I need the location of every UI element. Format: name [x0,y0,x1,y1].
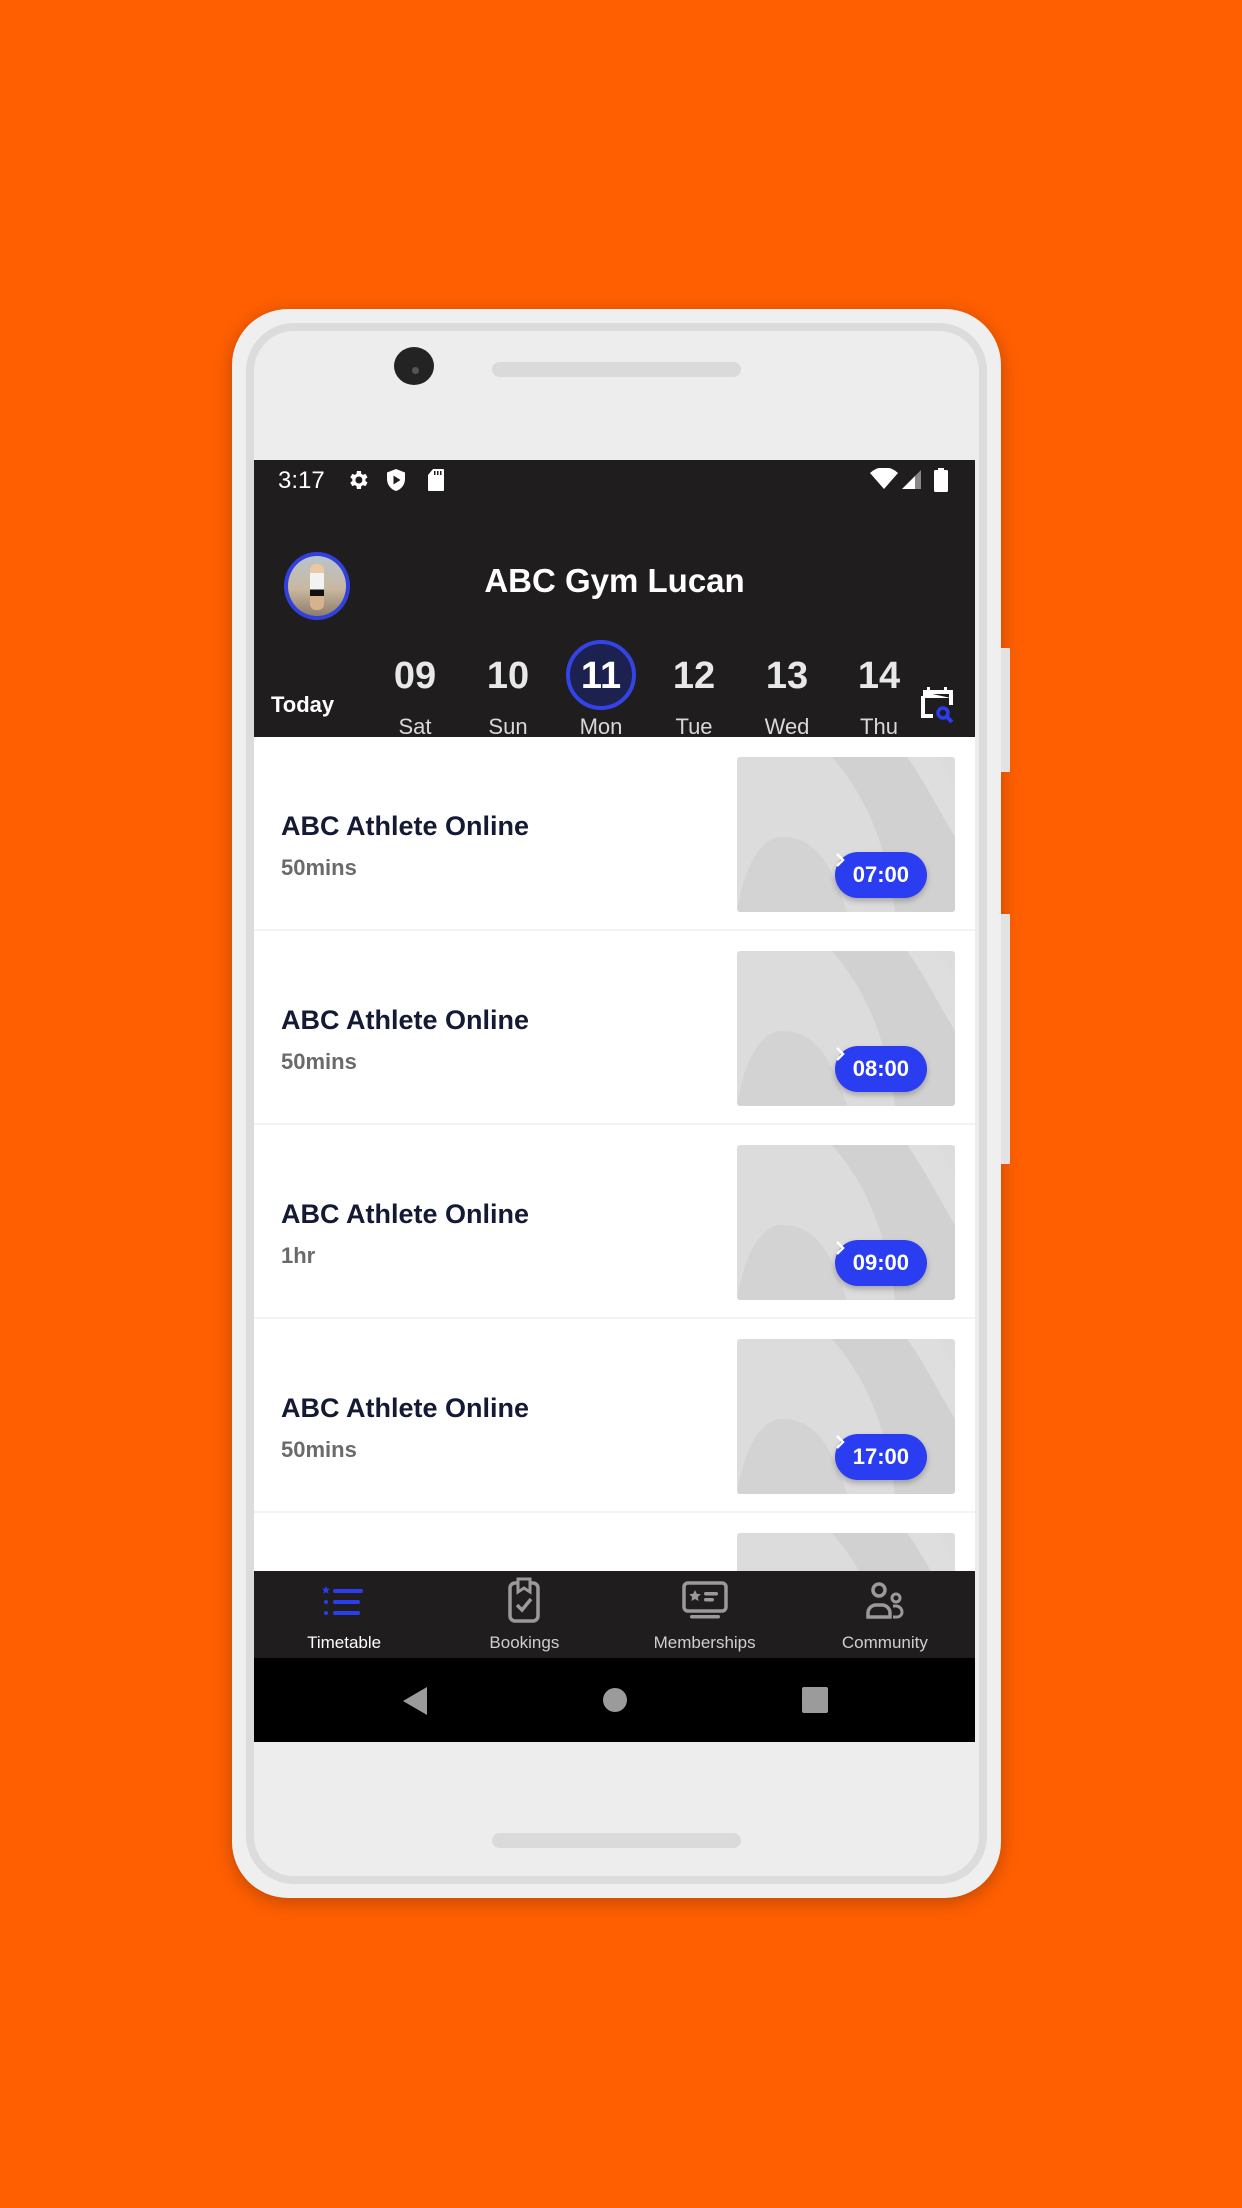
class-duration: 1hr [281,1243,316,1268]
day-selector-item[interactable]: 13 Wed [747,650,827,740]
class-list-item[interactable]: ABC Athlete Online 50mins 17:00 [254,1319,975,1513]
app-header: ABC Gym Lucan Today 09 Sat 10 Sun 11 Mon… [254,500,975,740]
class-thumbnail: 09:00 [737,1145,955,1300]
clipboard-check-icon [508,1577,541,1623]
class-time: 08:00 [852,1056,909,1081]
shield-play-icon [387,469,405,491]
recents-icon[interactable] [801,1686,829,1714]
bottom-speaker [492,1833,741,1848]
class-list-item[interactable]: ABC Athlete Online 50mins 07:00 [254,737,975,931]
front-camera [394,347,434,385]
class-thumbnail: 17:00 [737,1339,955,1494]
chevron-right-icon [835,1435,845,1449]
battery-icon [934,468,948,492]
tab-label: Community [841,1633,928,1652]
power-button [1001,648,1010,772]
chevron-right-icon [835,1241,845,1255]
class-time: 07:00 [852,862,909,887]
tab-memberships[interactable]: Memberships [615,1571,795,1658]
book-time-button[interactable]: 17:00 [834,1434,927,1480]
day-selector-item[interactable]: 14 Thu [839,650,919,740]
class-name: ABC Athlete Online [281,811,530,841]
status-bar: 3:17 [254,460,975,500]
tab-label: Bookings [489,1633,560,1652]
volume-button [1001,914,1010,1164]
class-duration: 50mins [281,855,357,880]
day-selector-item-selected[interactable]: 11 Mon [561,640,641,740]
book-time-button[interactable]: 08:00 [834,1046,927,1092]
tab-label: Memberships [653,1633,756,1652]
signal-icon [902,470,921,489]
class-list-item[interactable]: ABC Athlete Online 1hr 09:00 [254,1125,975,1319]
top-speaker [492,362,741,377]
day-number: 11 [580,655,622,697]
class-name: ABC Athlete Online [281,1199,530,1229]
class-name: ABC Athlete Online [281,1393,530,1423]
class-duration: 50mins [281,1437,357,1462]
bottom-navigation: Timetable Bookings Memberships Community [254,1571,975,1658]
class-time: 09:00 [852,1250,909,1275]
day-selector-item[interactable]: 09 Sat [375,650,455,740]
home-icon[interactable] [602,1687,628,1713]
tab-bookings[interactable]: Bookings [434,1571,614,1658]
back-icon[interactable] [401,1686,429,1716]
day-number: 12 [672,655,716,697]
class-list: ABC Athlete Online 50mins 07:00 ABC Athl… [254,737,975,1707]
sd-card-icon [428,469,444,491]
timetable-icon [322,1586,364,1615]
book-time-button[interactable]: 07:00 [834,852,927,898]
system-navigation-bar [254,1658,975,1742]
chevron-right-icon [835,1047,845,1061]
wifi-icon [870,468,898,489]
today-button[interactable]: Today [271,692,334,718]
tab-label: Timetable [307,1633,382,1652]
people-icon [866,1582,904,1619]
chevron-right-icon [835,853,845,867]
membership-card-icon [681,1581,728,1619]
tab-timetable[interactable]: Timetable [254,1571,434,1658]
app-screen: 3:17 ABC Gym Lucan Today 09 Sat 10 Sun 1… [254,460,975,1742]
class-time: 17:00 [852,1444,909,1469]
class-thumbnail: 07:00 [737,757,955,912]
class-list-item[interactable]: ABC Athlete Online 50mins 08:00 [254,931,975,1125]
day-selector-item[interactable]: 10 Sun [468,650,548,740]
class-duration: 50mins [281,1049,357,1074]
day-number: 14 [857,655,901,697]
status-time: 3:17 [278,467,325,494]
gear-icon [350,471,368,489]
calendar-search-icon[interactable] [920,686,956,724]
class-name: ABC Athlete Online [281,1005,530,1035]
day-number: 09 [393,655,437,697]
class-thumbnail: 08:00 [737,951,955,1106]
day-selector-item[interactable]: 12 Tue [654,650,734,740]
page-title: ABC Gym Lucan [484,562,745,599]
tab-community[interactable]: Community [795,1571,975,1658]
book-time-button[interactable]: 09:00 [834,1240,927,1286]
day-number: 13 [765,655,809,697]
day-number: 10 [486,655,530,697]
